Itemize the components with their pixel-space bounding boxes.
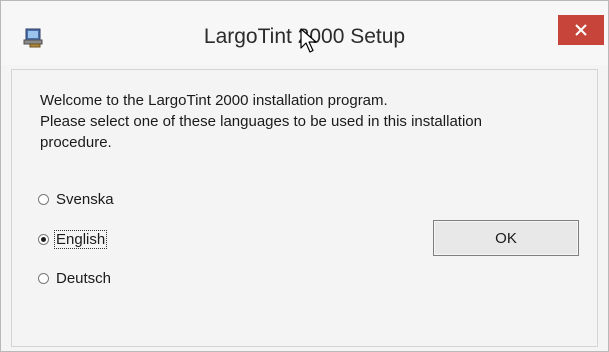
- welcome-line: Welcome to the LargoTint 2000 installati…: [40, 92, 388, 109]
- welcome-text: Welcome to the LargoTint 2000 installati…: [40, 90, 590, 153]
- setup-dialog-window: LargoTint 2000 Setup Welcome to the Larg…: [0, 0, 609, 352]
- ok-button[interactable]: OK: [433, 220, 579, 256]
- language-option-english[interactable]: English: [38, 228, 108, 250]
- language-option-svenska[interactable]: Svenska: [38, 188, 115, 210]
- close-button[interactable]: [558, 15, 604, 45]
- mouse-cursor-icon: [300, 28, 318, 54]
- radio-svenska[interactable]: [38, 193, 49, 205]
- instruction-line: Please select one of these languages to …: [40, 113, 482, 130]
- radio-label-svenska: Svenska: [56, 190, 114, 208]
- title-bar[interactable]: LargoTint 2000 Setup: [1, 1, 608, 65]
- radio-english[interactable]: [38, 233, 49, 245]
- language-option-deutsch[interactable]: Deutsch: [38, 267, 112, 289]
- radio-label-english: English: [53, 229, 108, 249]
- radio-deutsch[interactable]: [38, 272, 49, 284]
- instruction-line-continued: procedure.: [40, 134, 112, 151]
- dialog-content: Welcome to the LargoTint 2000 installati…: [11, 69, 598, 347]
- radio-label-deutsch: Deutsch: [56, 269, 112, 287]
